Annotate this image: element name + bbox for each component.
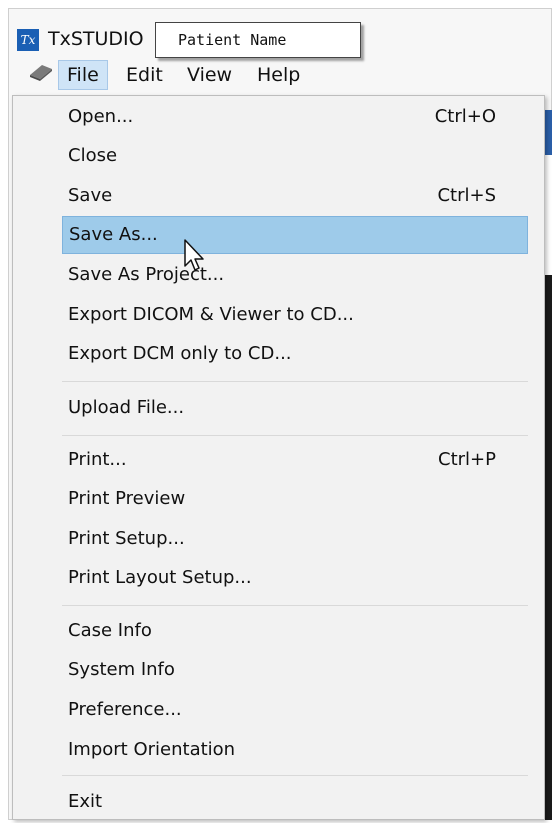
menu-item-save-as[interactable]: Save As...: [62, 216, 528, 254]
menu-help[interactable]: Help: [249, 60, 308, 90]
menu-item-label: Print Preview: [68, 488, 186, 509]
menu-separator: [62, 381, 528, 382]
menu-edit[interactable]: Edit: [118, 60, 171, 90]
menu-item-label: Export DCM only to CD...: [68, 343, 292, 364]
menu-item-label: Print Layout Setup...: [68, 567, 252, 588]
menu-separator: [62, 775, 528, 776]
menu-item-case-info[interactable]: Case Info: [62, 612, 528, 650]
menu-item-shortcut: Ctrl+S: [437, 185, 496, 206]
menu-item-label: Save: [68, 185, 113, 206]
menu-item-print-setup[interactable]: Print Setup...: [62, 520, 528, 558]
menu-separator: [62, 435, 528, 436]
menu-item-print-preview[interactable]: Print Preview: [62, 480, 528, 518]
menu-item-label: Open...: [68, 106, 134, 127]
mouse-pointer-icon: [184, 239, 204, 271]
menu-view[interactable]: View: [179, 60, 240, 90]
menu-item-label: Upload File...: [68, 397, 185, 418]
menu-item-label: Preference...: [68, 699, 182, 720]
menu-item-system-info[interactable]: System Info: [62, 651, 528, 689]
menu-item-shortcut: Ctrl+P: [438, 449, 496, 470]
menu-item-close[interactable]: Close: [62, 137, 528, 175]
menu-item-import-orientation[interactable]: Import Orientation: [62, 731, 528, 769]
patient-name-tooltip: Patient Name: [155, 22, 361, 58]
background-window-edge: [545, 110, 552, 820]
menu-item-export-dicom-viewer[interactable]: Export DICOM & Viewer to CD...: [62, 296, 528, 334]
background-blue-strip: [545, 110, 552, 155]
menu-item-save[interactable]: Save Ctrl+S: [62, 177, 528, 215]
menu-item-preference[interactable]: Preference...: [62, 691, 528, 729]
menu-item-label: System Info: [68, 659, 175, 680]
menu-item-label: Close: [68, 145, 118, 166]
menu-item-shortcut: Ctrl+O: [434, 106, 496, 127]
menu-item-label: Print...: [68, 449, 127, 470]
menu-item-open[interactable]: Open... Ctrl+O: [62, 98, 528, 136]
menu-item-label: Case Info: [68, 620, 152, 641]
app-logo-icon: Tx: [17, 29, 39, 51]
app-title: TxSTUDIO: [48, 28, 144, 50]
menu-item-label: Exit: [68, 791, 103, 812]
background-white-strip: [545, 155, 552, 275]
menu-item-save-as-project[interactable]: Save As Project...: [62, 256, 528, 294]
menu-item-label: Export DICOM & Viewer to CD...: [68, 304, 354, 325]
menu-file[interactable]: File: [58, 60, 108, 90]
eraser-icon[interactable]: [28, 63, 54, 81]
menu-separator: [62, 605, 528, 606]
menu-item-upload-file[interactable]: Upload File...: [62, 389, 528, 427]
menu-item-exit[interactable]: Exit: [62, 783, 528, 821]
menu-item-print-layout-setup[interactable]: Print Layout Setup...: [62, 559, 528, 597]
menu-item-label: Print Setup...: [68, 528, 185, 549]
menu-item-label: Import Orientation: [68, 739, 236, 760]
menu-item-print[interactable]: Print... Ctrl+P: [62, 441, 528, 479]
menu-item-label: Save As...: [69, 224, 158, 245]
menu-item-export-dcm-only[interactable]: Export DCM only to CD...: [62, 335, 528, 373]
